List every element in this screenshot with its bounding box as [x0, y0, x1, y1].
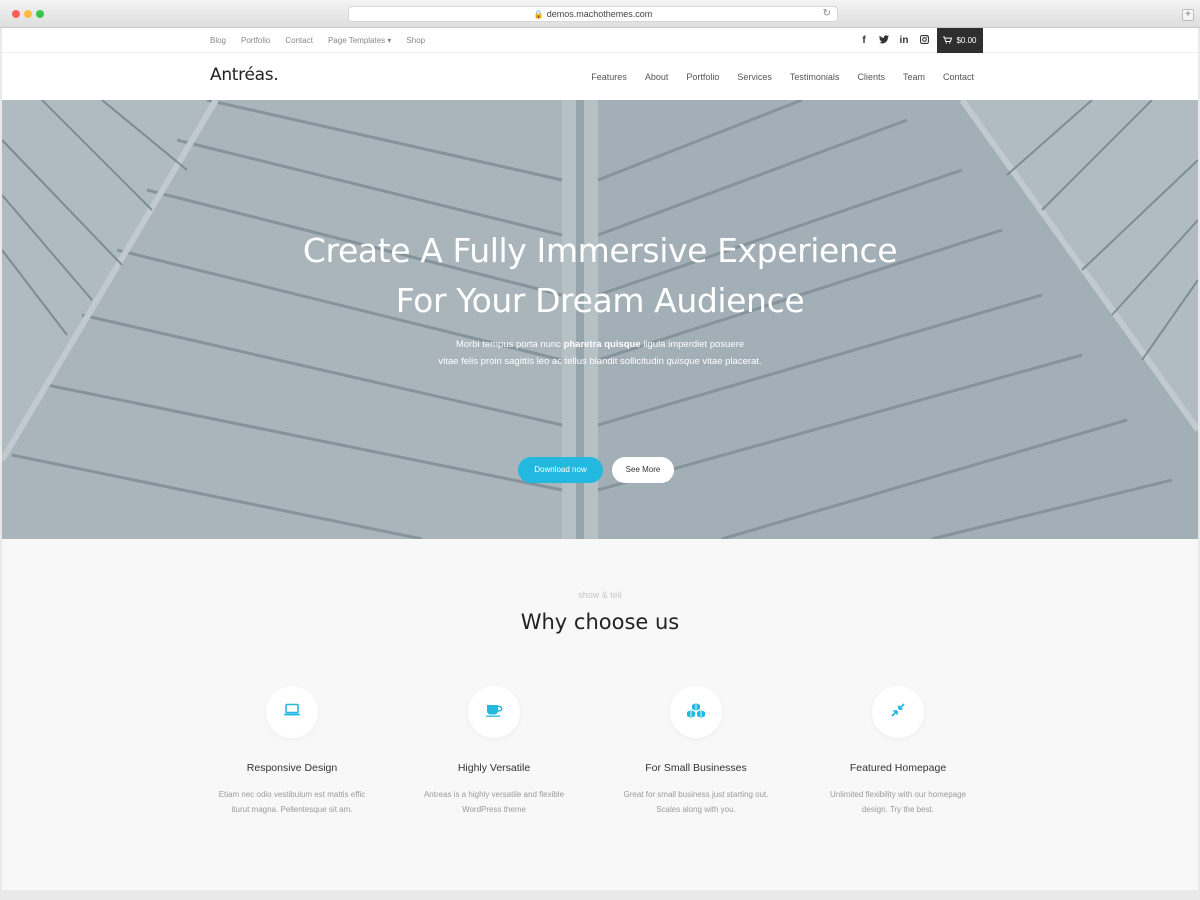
menu-clients[interactable]: Clients [857, 72, 885, 82]
site-logo[interactable]: Antréas. [210, 65, 279, 85]
feature-icon-circle [266, 686, 318, 738]
feature-card-responsive: Responsive Design Etiam nec odio vestibu… [192, 686, 392, 817]
hero-title-line-1: Create A Fully Immersive Experience [302, 231, 898, 270]
feature-description-line: Great for small business just starting o… [623, 790, 769, 799]
social-links: f in [854, 28, 934, 53]
feature-description-line: design. Try the best. [861, 805, 935, 814]
feature-description-line: iturut magna. Pellentesque sit am. [231, 805, 353, 814]
facebook-icon[interactable]: f [854, 35, 874, 46]
feature-icon-circle [872, 686, 924, 738]
hero-subtitle-bold: pharetra quisque [563, 339, 641, 350]
laptop-icon [283, 703, 301, 722]
top-nav-shop[interactable]: Shop [406, 36, 425, 45]
new-tab-button[interactable]: + [1182, 9, 1194, 21]
web-page: Blog Portfolio Contact Page Templates ▾ … [2, 28, 1198, 890]
close-window-button[interactable] [12, 10, 20, 18]
top-nav-portfolio[interactable]: Portfolio [241, 36, 270, 45]
feature-description: Great for small business just starting o… [596, 787, 796, 817]
hero-subtitle-text: vitae felis proin sagittis leo ac tellus… [438, 356, 667, 367]
menu-features[interactable]: Features [591, 72, 627, 82]
hero-subtitle-line-1: Morbi tempus porta nunc pharetra quisque… [2, 336, 1198, 353]
cart-button[interactable]: $0.00 [937, 28, 983, 53]
feature-description-line: Unlimited flexibility with our homepage [829, 790, 967, 799]
see-more-button[interactable]: See More [612, 457, 674, 483]
hero-subtitle-line-2: vitae felis proin sagittis leo ac tellus… [2, 353, 1198, 370]
cart-total: $0.00 [956, 36, 977, 45]
instagram-icon[interactable] [914, 34, 934, 47]
top-bar: Blog Portfolio Contact Page Templates ▾ … [2, 28, 1198, 53]
hero-title: Create A Fully Immersive Experience For … [2, 226, 1198, 326]
download-now-button[interactable]: Download now [518, 457, 603, 483]
cart-icon [943, 36, 953, 46]
address-bar[interactable]: 🔒 demos.machothemes.com ↻ [348, 6, 838, 22]
hero-subtitle: Morbi tempus porta nunc pharetra quisque… [2, 336, 1198, 370]
feature-icon-circle [468, 686, 520, 738]
lock-icon: 🔒 [533, 10, 544, 19]
main-header: Antréas. Features About Portfolio Servic… [2, 53, 1198, 100]
feature-title: Responsive Design [246, 762, 338, 774]
feature-description: Unlimited flexibility with our homepage … [798, 787, 998, 817]
coffee-cup-icon [485, 703, 503, 722]
hero-subtitle-text: vitae placerat. [699, 356, 762, 367]
top-nav-contact[interactable]: Contact [285, 36, 313, 45]
feature-card-homepage: Featured Homepage Unlimited flexibility … [798, 686, 998, 817]
menu-about[interactable]: About [645, 72, 669, 82]
feature-description-line: WordPress theme [462, 805, 526, 814]
top-nav: Blog Portfolio Contact Page Templates ▾ … [210, 28, 440, 53]
maximize-window-button[interactable] [36, 10, 44, 18]
url-text: demos.machothemes.com [546, 9, 653, 19]
top-nav-page-templates[interactable]: Page Templates ▾ [328, 36, 391, 45]
browser-chrome: 🔒 demos.machothemes.com ↻ + [0, 0, 1200, 28]
main-menu: Features About Portfolio Services Testim… [573, 53, 974, 100]
feature-title: Featured Homepage [849, 762, 947, 774]
feature-icon-circle [670, 686, 722, 738]
feature-description: Antreas is a highly versatile and flexib… [394, 787, 594, 817]
hero-section: Create A Fully Immersive Experience For … [2, 100, 1198, 539]
feature-title: For Small Businesses [645, 762, 747, 774]
feature-description-line: Antreas is a highly versatile and flexib… [423, 790, 565, 799]
section-title: Why choose us [520, 610, 680, 634]
feature-description-line: Scales along with you. [656, 805, 736, 814]
menu-testimonials[interactable]: Testimonials [790, 72, 840, 82]
compress-icon [890, 702, 906, 723]
menu-portfolio[interactable]: Portfolio [686, 72, 719, 82]
menu-contact[interactable]: Contact [943, 72, 974, 82]
hero-subtitle-italic: quisque [666, 356, 700, 367]
feature-card-versatile: Highly Versatile Antreas is a highly ver… [394, 686, 594, 817]
section-eyebrow: show & tell [578, 590, 622, 600]
minimize-window-button[interactable] [24, 10, 32, 18]
menu-team[interactable]: Team [903, 72, 925, 82]
feature-description: Etiam nec odio vestibulum est mattis eff… [192, 787, 392, 817]
reload-icon[interactable]: ↻ [823, 7, 831, 21]
feature-card-small-business: For Small Businesses Great for small bus… [596, 686, 796, 817]
top-nav-blog[interactable]: Blog [210, 36, 226, 45]
feature-description-line: Etiam nec odio vestibulum est mattis eff… [218, 790, 366, 799]
cubes-icon [686, 702, 706, 723]
feature-title: Highly Versatile [457, 762, 531, 774]
hero-subtitle-text: Morbi tempus porta nunc [455, 339, 564, 350]
hero-title-line-2: For Your Dream Audience [395, 281, 805, 320]
menu-services[interactable]: Services [737, 72, 772, 82]
linkedin-icon[interactable]: in [894, 35, 914, 46]
twitter-icon[interactable] [874, 34, 894, 47]
hero-subtitle-text: ligula imperdiet posuere [640, 339, 745, 350]
